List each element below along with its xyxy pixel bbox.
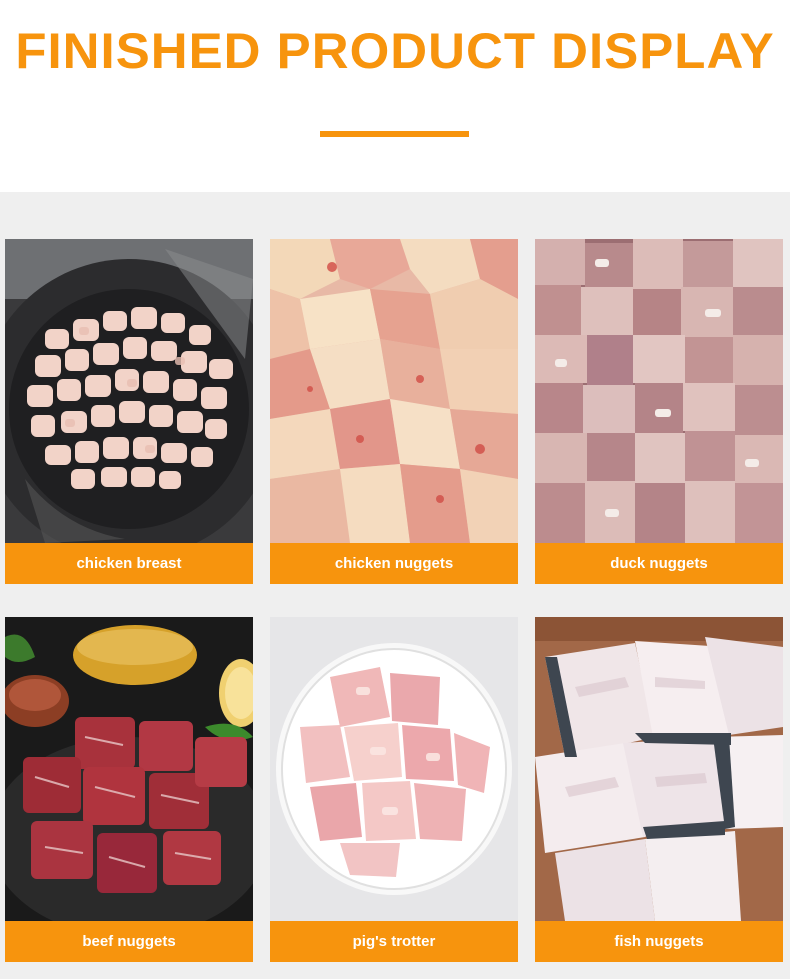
title-underline <box>320 131 469 137</box>
duck-nuggets-image <box>535 239 783 543</box>
product-card-chicken-nuggets[interactable]: chicken nuggets <box>270 239 518 584</box>
product-label: chicken breast <box>5 543 253 584</box>
chicken-breast-image <box>5 239 253 543</box>
fish-nuggets-image <box>535 617 783 921</box>
product-label: pig's trotter <box>270 921 518 962</box>
product-card-duck-nuggets[interactable]: duck nuggets <box>535 239 783 584</box>
product-card-beef-nuggets[interactable]: beef nuggets <box>5 617 253 962</box>
chicken-nuggets-image <box>270 239 518 543</box>
product-card-pigs-trotter[interactable]: pig's trotter <box>270 617 518 962</box>
product-card-fish-nuggets[interactable]: fish nuggets <box>535 617 783 962</box>
product-label: fish nuggets <box>535 921 783 962</box>
product-label: chicken nuggets <box>270 543 518 584</box>
beef-nuggets-image <box>5 617 253 921</box>
product-label: duck nuggets <box>535 543 783 584</box>
product-label: beef nuggets <box>5 921 253 962</box>
pigs-trotter-image <box>270 617 518 921</box>
page-title: FINISHED PRODUCT DISPLAY <box>15 23 775 79</box>
product-card-chicken-breast[interactable]: chicken breast <box>5 239 253 584</box>
product-gallery: chicken breast chicken nuggets duck nugg… <box>0 192 790 979</box>
